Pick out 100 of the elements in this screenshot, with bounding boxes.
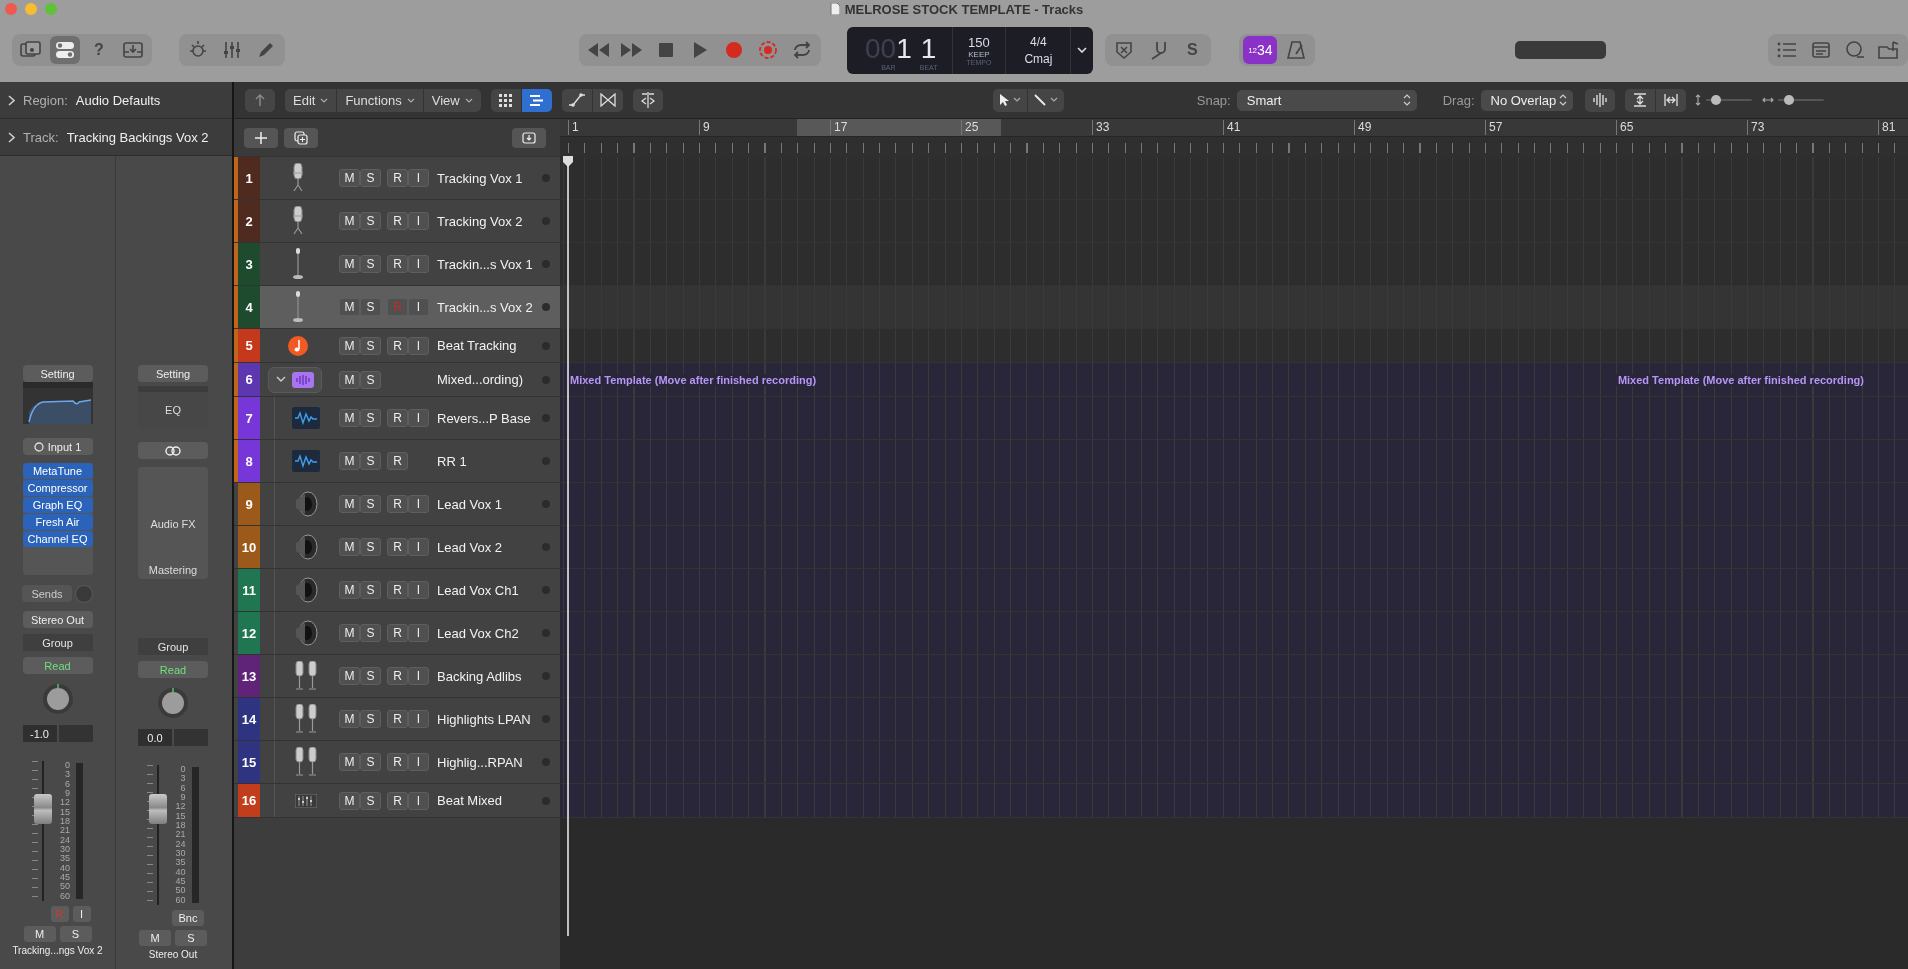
solo-button[interactable]: S (360, 298, 381, 316)
mute-button[interactable]: M (339, 336, 360, 355)
solo-button[interactable]: S (360, 495, 381, 513)
plugin-slot[interactable]: Graph EQ (22, 497, 93, 513)
mute-button[interactable]: M (339, 753, 360, 771)
mute-button[interactable]: M (339, 791, 360, 810)
chevron-down-icon[interactable] (1077, 47, 1088, 53)
duplicate-track-icon[interactable] (284, 127, 318, 148)
plugin-slot[interactable]: Fresh Air (22, 514, 93, 530)
solo-button[interactable]: S (360, 336, 381, 355)
solo-button[interactable]: S (360, 409, 381, 427)
input-monitor-button[interactable]: I (408, 538, 429, 556)
vertical-fit-icon[interactable] (1624, 88, 1655, 112)
track-header[interactable]: 5 M S R I Beat Tracking (234, 329, 560, 363)
plugin-slot[interactable]: MetaTune (22, 463, 93, 479)
sends-button[interactable]: Sends (22, 585, 72, 602)
record-enable-button[interactable]: R (387, 791, 408, 810)
mute-button[interactable]: M (339, 581, 360, 599)
input-button[interactable]: Input 1 (22, 438, 93, 455)
plugin-slot[interactable]: Compressor (22, 480, 93, 496)
fader-thumb[interactable] (34, 794, 52, 824)
track-header[interactable]: 11 M S R I Lead Vox Ch1 (234, 569, 560, 612)
track-header[interactable]: 3 M S R I Trackin...s Vox 1 (234, 243, 560, 286)
cycle-range[interactable] (797, 119, 1001, 136)
slider-thumb[interactable] (1710, 95, 1721, 105)
solo-button[interactable]: S (360, 255, 381, 273)
input-monitor-button[interactable]: I (408, 255, 429, 273)
mute-button[interactable]: M (339, 495, 360, 513)
input-monitor-button[interactable]: I (72, 906, 91, 922)
mute-button[interactable]: M (339, 624, 360, 642)
horizontal-fit-icon[interactable] (1655, 88, 1686, 112)
track-header[interactable]: 15 M S R I Highlig...RPAN (234, 741, 560, 784)
input-monitor-button[interactable]: I (408, 495, 429, 513)
menu-button[interactable]: Edit (285, 88, 337, 112)
record-enable-button[interactable]: R (387, 212, 408, 230)
mute-button[interactable]: M (339, 667, 360, 685)
solo-button[interactable]: S (360, 370, 381, 389)
solo-button[interactable]: S (360, 667, 381, 685)
input-monitor-button[interactable]: I (408, 667, 429, 685)
record-enable-button[interactable]: R (387, 452, 408, 470)
menu-button[interactable]: View (423, 88, 481, 112)
flex-icon[interactable] (592, 88, 623, 112)
solo-button[interactable]: S (360, 452, 381, 470)
group-label[interactable]: Group (22, 634, 93, 651)
grid-view-button[interactable] (490, 88, 521, 112)
chevron-right-icon[interactable] (8, 94, 15, 106)
pan-knob[interactable] (40, 682, 75, 716)
solo-button[interactable]: S (360, 538, 381, 556)
output-button[interactable]: Stereo Out (22, 611, 93, 628)
solo-button[interactable]: S (360, 169, 381, 187)
fader-thumb[interactable] (149, 793, 168, 824)
record-enable-button[interactable]: R (387, 624, 408, 642)
track-header[interactable]: 13 M S R I Backing Adlibs (234, 655, 560, 698)
mute-button[interactable]: M (339, 409, 360, 427)
plugin-slot[interactable]: Channel EQ (22, 531, 93, 547)
solo-button[interactable]: S (360, 581, 381, 599)
record-enable-button[interactable]: R (387, 169, 408, 187)
solo-button[interactable]: S (360, 791, 381, 810)
pointer-tool-icon[interactable] (992, 88, 1027, 112)
drag-dropdown[interactable]: No Overlap (1480, 89, 1573, 111)
mute-button[interactable]: M (339, 298, 360, 316)
automation-mode-button[interactable]: Read (138, 661, 208, 678)
record-enable-button[interactable]: R (387, 710, 408, 728)
mute-button[interactable]: M (339, 452, 360, 470)
solo-button[interactable]: S (360, 753, 381, 771)
pencil-tool-icon[interactable] (1027, 88, 1064, 112)
track-header[interactable]: 8 M S R RR 1 (234, 440, 560, 483)
track-header[interactable]: 9 M S R I Lead Vox 1 (234, 483, 560, 526)
link-rings-icon[interactable] (138, 442, 208, 459)
track-header[interactable]: 14 M S R I Highlights LPAN (234, 698, 560, 741)
snap-dropdown[interactable]: Smart (1236, 89, 1417, 111)
solo-button[interactable]: S (360, 212, 381, 230)
track-header[interactable]: 16 M S R I Beat Mixed (234, 784, 560, 818)
mute-button[interactable]: M (139, 930, 171, 946)
input-monitor-button[interactable]: I (408, 581, 429, 599)
mute-button[interactable]: M (23, 926, 56, 942)
mute-button[interactable]: M (339, 710, 360, 728)
pan-knob[interactable] (156, 686, 190, 720)
input-monitor-button[interactable]: I (408, 791, 429, 810)
waveform-zoom-icon[interactable] (1584, 88, 1615, 112)
track-header[interactable]: 7 M S R I Revers...P Base (234, 397, 560, 440)
mute-button[interactable]: M (339, 538, 360, 556)
input-monitor-button[interactable]: I (408, 624, 429, 642)
eq-curve-thumbnail[interactable] (22, 382, 93, 424)
setting-button[interactable]: Setting (22, 365, 93, 382)
preset-label[interactable]: Mastering (148, 564, 198, 576)
stack-button[interactable] (268, 366, 322, 393)
record-enable-button[interactable]: R (387, 409, 408, 427)
record-enable-button[interactable]: R (387, 581, 408, 599)
count-in-button[interactable]: $^{12}$34 (1243, 36, 1278, 64)
track-header[interactable]: 4 M S R I Trackin...s Vox 2 (234, 286, 560, 329)
input-monitor-button[interactable]: I (408, 336, 429, 355)
solo-button[interactable]: S (360, 624, 381, 642)
input-monitor-button[interactable]: I (408, 753, 429, 771)
input-monitor-button[interactable]: I (408, 212, 429, 230)
mute-button[interactable]: M (339, 370, 360, 389)
record-enable-button[interactable]: R (387, 538, 408, 556)
track-header[interactable]: 1 M S R I Tracking Vox 1 (234, 157, 560, 200)
add-track-icon[interactable] (244, 127, 278, 148)
track-header[interactable]: 2 M S R I Tracking Vox 2 (234, 200, 560, 243)
